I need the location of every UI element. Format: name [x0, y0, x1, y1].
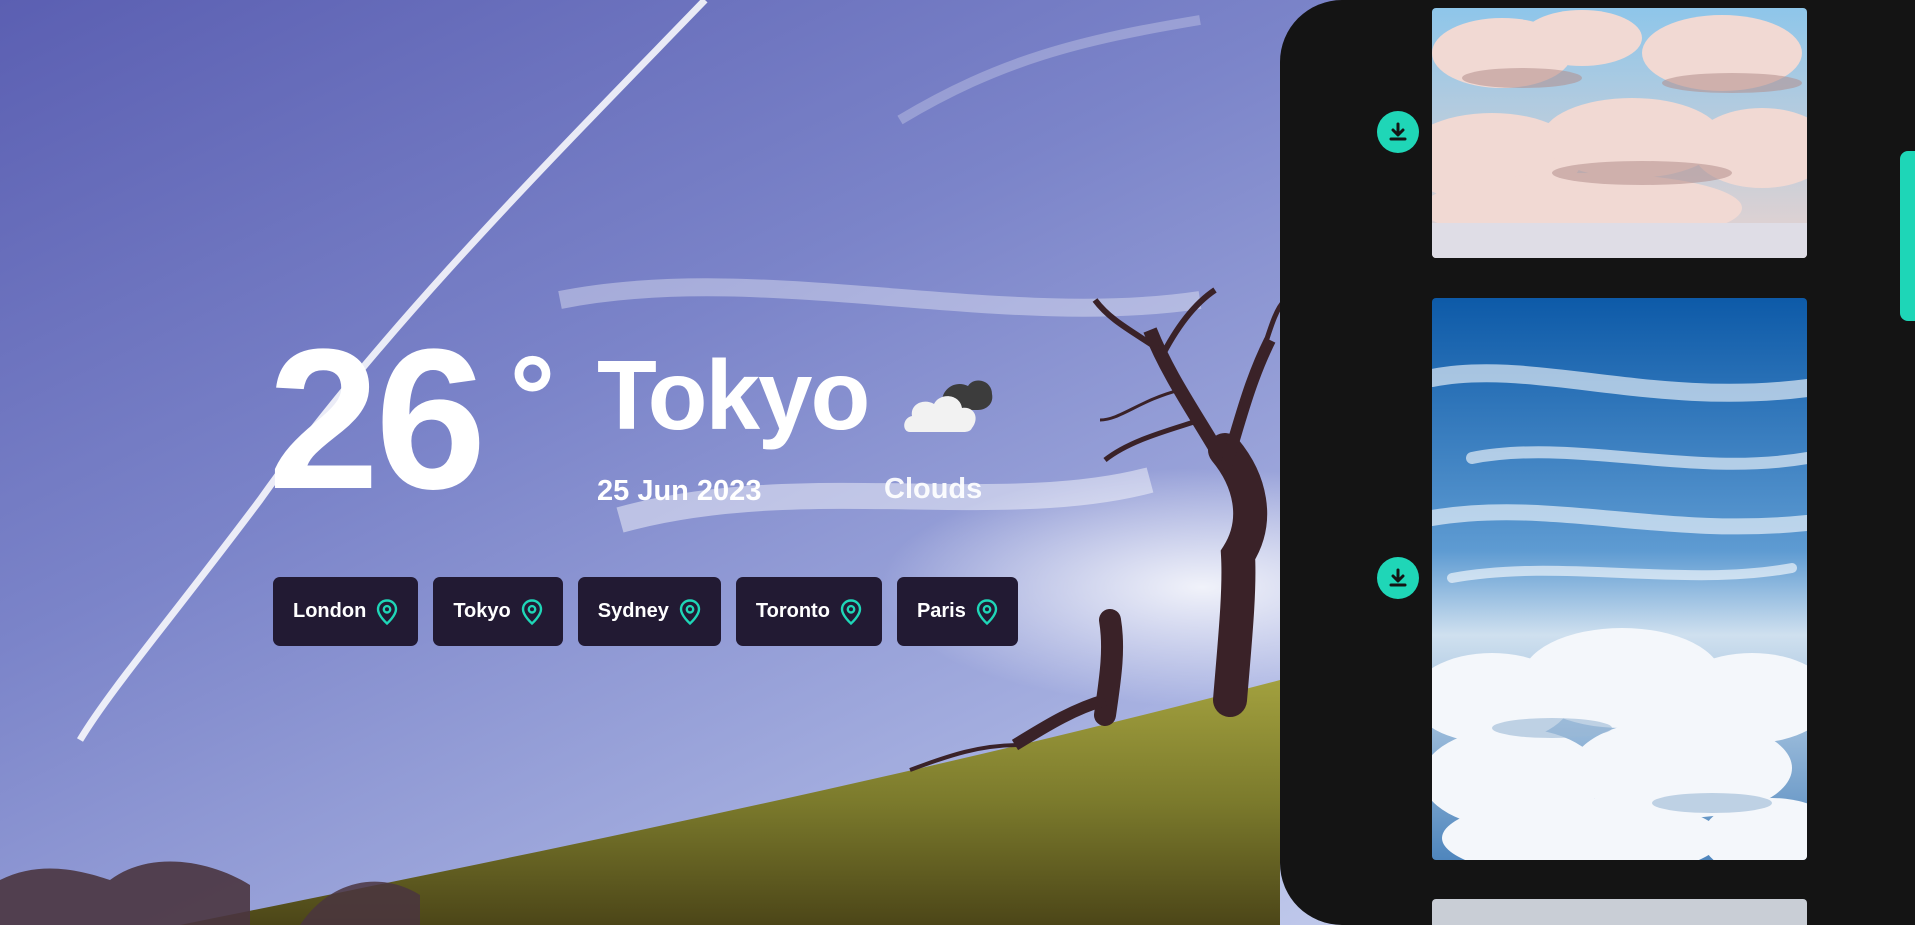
degree-symbol: ° — [505, 336, 560, 464]
cloud-photo-image — [1432, 8, 1807, 258]
city-chip-label: Tokyo — [453, 600, 511, 622]
city-chip-tokyo[interactable]: Tokyo — [433, 577, 563, 646]
cloud-photo-image — [1432, 298, 1807, 860]
cloud-icon — [904, 380, 993, 432]
scrollbar-thumb[interactable] — [1900, 151, 1915, 321]
weather-app: 26 ° Tokyo 25 Jun 2023 Clouds London Tok… — [0, 0, 1915, 925]
city-name: Tokyo — [597, 340, 870, 450]
city-chip-paris[interactable]: Paris — [896, 577, 1018, 646]
gallery-image[interactable] — [1432, 899, 1807, 925]
city-chip-sydney[interactable]: Sydney — [577, 577, 721, 646]
map-pin-icon — [976, 598, 998, 625]
map-pin-icon — [521, 598, 542, 625]
city-chip-label: Toronto — [755, 600, 830, 622]
download-icon — [1389, 122, 1407, 141]
weather-condition: Clouds — [884, 473, 983, 505]
city-chip-label: Sydney — [597, 600, 669, 622]
city-chip-label: Paris — [916, 600, 966, 622]
city-chip-toronto[interactable]: Toronto — [735, 577, 882, 646]
download-button[interactable] — [1377, 557, 1419, 599]
temperature-value: 26 — [268, 308, 486, 531]
download-button[interactable] — [1377, 111, 1419, 153]
image-gallery-panel — [1280, 0, 1915, 925]
map-pin-icon — [840, 598, 862, 625]
gallery-image[interactable] — [1432, 8, 1807, 258]
map-pin-icon — [377, 598, 398, 625]
download-icon — [1389, 568, 1407, 587]
city-chip-list: London Tokyo Sydney Toronto Paris — [273, 577, 1018, 646]
cloud-photo-image — [1432, 899, 1807, 925]
city-chip-label: London — [293, 600, 367, 622]
gallery-image[interactable] — [1432, 298, 1807, 860]
map-pin-icon — [679, 598, 701, 625]
current-date: 25 Jun 2023 — [597, 475, 762, 507]
city-chip-london[interactable]: London — [273, 577, 419, 646]
